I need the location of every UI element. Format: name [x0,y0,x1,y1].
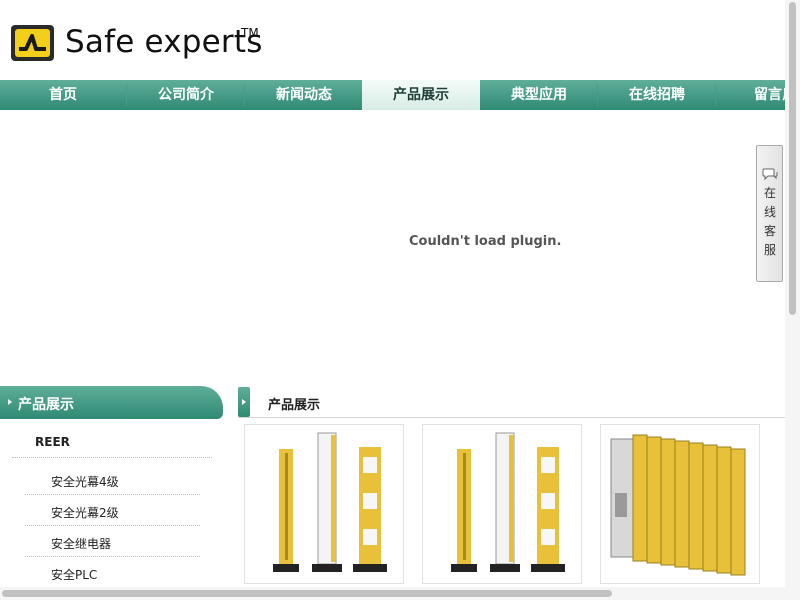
sidebar-item-light-curtain-4[interactable]: 安全光幕4级 [51,473,119,490]
light-curtain-image [423,425,581,583]
products-section-title: 产品展示 [268,398,321,413]
section-toggle-button[interactable] [238,387,250,417]
brand-name[interactable]: Safe experts [65,24,263,60]
vertical-scrollbar[interactable] [785,0,800,587]
divider [238,417,785,418]
service-char: 客 [763,224,776,238]
main-nav: 首页 公司简介 新闻动态 产品展示 典型应用 在线招聘 留言反 [0,80,785,110]
horizontal-scrollbar[interactable] [0,587,800,600]
sidebar-header: 产品展示 [0,386,223,419]
nav-item-products[interactable]: 产品展示 [362,80,480,110]
divider [25,525,200,526]
nav-item-recruitment[interactable]: 在线招聘 [598,80,716,110]
plugin-placeholder [0,110,785,385]
site-header: Safe experts TM [0,0,800,80]
sidebar-title: 产品展示 [18,397,74,413]
light-curtain-image [245,425,403,583]
plugin-error-message: Couldn't load plugin. [409,234,562,249]
divider [12,457,212,458]
service-char: 服 [763,243,776,257]
divider [25,556,200,557]
reer-logo-icon[interactable] [10,24,55,62]
sidebar-item-safety-plc[interactable]: 安全PLC [51,566,97,583]
sidebar-item-safety-relay[interactable]: 安全继电器 [51,535,111,552]
online-service-tab[interactable]: 在 线 客 服 [756,145,783,282]
nav-item-guestbook[interactable]: 留言反 [716,80,785,110]
product-card[interactable] [244,424,404,584]
product-card[interactable] [600,424,760,584]
service-char: 线 [763,205,776,219]
trademark-mark: TM [241,26,259,40]
safety-relay-image [601,425,759,583]
nav-item-applications[interactable]: 典型应用 [480,80,598,110]
vertical-scroll-thumb[interactable] [789,2,796,315]
sidebar-category-reer[interactable]: REER [35,435,70,449]
service-char: 在 [763,186,776,200]
online-service-label: 在 线 客 服 [763,184,777,260]
sidebar-item-light-curtain-2[interactable]: 安全光幕2级 [51,504,119,521]
nav-item-news[interactable]: 新闻动态 [245,80,363,110]
chat-bubble-icon [762,168,778,181]
nav-item-about[interactable]: 公司简介 [127,80,245,110]
product-card[interactable] [422,424,582,584]
nav-item-home[interactable]: 首页 [4,80,122,110]
horizontal-scroll-thumb[interactable] [2,590,612,597]
divider [25,494,200,495]
arrow-right-icon [8,399,12,405]
